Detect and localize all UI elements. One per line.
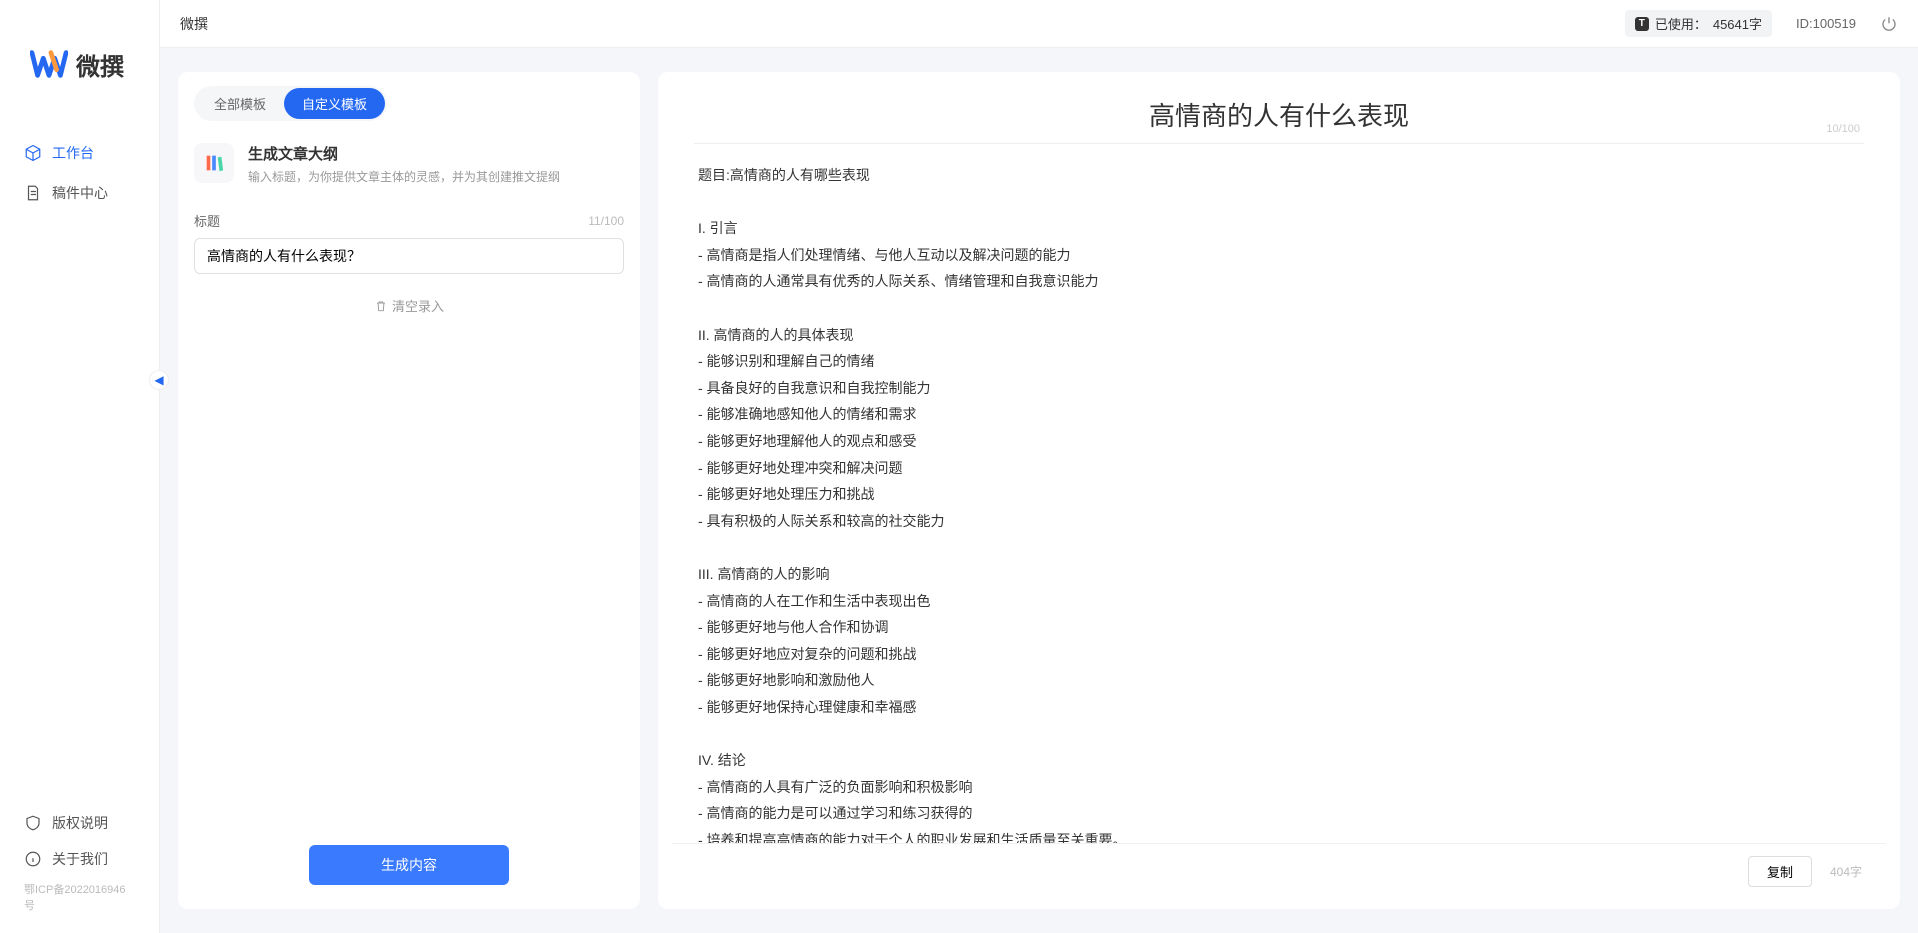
generate-button[interactable]: 生成内容 [309,845,509,885]
trash-icon [374,299,388,313]
main: 微撰 T 已使用： 45641字 ID:100519 全部模板 自定义模板 [160,0,1918,933]
nav-workspace-label: 工作台 [52,143,94,163]
nav-workspace[interactable]: 工作台 [0,133,159,173]
info-icon [24,850,42,868]
document-icon [24,184,42,202]
clear-input-button[interactable]: 清空录入 [194,296,624,315]
output-title-counter: 10/100 [1826,123,1860,135]
nav-about-label: 关于我们 [52,849,108,869]
form-block: 标题 11/100 清空录入 [178,201,640,315]
output-title: 高情商的人有什么表现 [698,96,1860,133]
title-input[interactable] [194,238,624,274]
topbar: 微撰 T 已使用： 45641字 ID:100519 [160,0,1918,48]
output-word-count: 404字 [1830,863,1862,880]
nav-drafts[interactable]: 稿件中心 [0,173,159,213]
template-icon [194,143,234,183]
template-title: 生成文章大纲 [248,143,560,164]
power-icon[interactable] [1880,15,1898,33]
copy-button[interactable]: 复制 [1748,856,1812,887]
page-title: 微撰 [180,14,208,34]
template-desc: 输入标题，为你提供文章主体的灵感，并为其创建推文提纲 [248,168,560,185]
chevron-left-icon: ◀ [154,373,163,387]
logo-text: 微撰 [76,47,124,82]
cube-icon [24,144,42,162]
usage-label: 已使用： [1655,14,1707,33]
clear-label: 清空录入 [392,296,444,315]
sidebar: 微撰 工作台 稿件中心 版权说明 关于我们 鄂ICP备2022016946号 [0,0,160,933]
tab-all-templates[interactable]: 全部模板 [196,88,284,119]
nav-about[interactable]: 关于我们 [0,841,159,877]
title-char-counter: 11/100 [588,214,624,228]
shield-icon [24,814,42,832]
nav-copyright[interactable]: 版权说明 [0,805,159,841]
usage-value: 45641字 [1713,14,1762,33]
output-body: 题目:高情商的人有哪些表现 I. 引言 - 高情商是指人们处理情绪、与他人互动以… [658,144,1900,843]
nav: 工作台 稿件中心 [0,123,159,805]
nav-drafts-label: 稿件中心 [52,183,108,203]
sidebar-bottom: 版权说明 关于我们 鄂ICP备2022016946号 [0,805,159,933]
logo: 微撰 [0,0,159,123]
template-card: 生成文章大纲 输入标题，为你提供文章主体的灵感，并为其创建推文提纲 [178,131,640,201]
title-label: 标题 [194,211,220,230]
usage-badge[interactable]: T 已使用： 45641字 [1625,10,1772,37]
template-tabs: 全部模板 自定义模板 [178,72,640,131]
user-id: ID:100519 [1796,16,1856,31]
books-icon [203,152,225,174]
text-icon: T [1635,17,1649,31]
right-panel: 高情商的人有什么表现 10/100 题目:高情商的人有哪些表现 I. 引言 - … [658,72,1900,909]
tab-custom-templates[interactable]: 自定义模板 [284,88,385,119]
sidebar-collapse-handle[interactable]: ◀ [149,370,169,390]
logo-icon [30,45,68,83]
left-panel: 全部模板 自定义模板 生成文章大纲 输入标题，为你提供文章主 [178,72,640,909]
icp-text: 鄂ICP备2022016946号 [0,877,159,923]
nav-copyright-label: 版权说明 [52,813,108,833]
